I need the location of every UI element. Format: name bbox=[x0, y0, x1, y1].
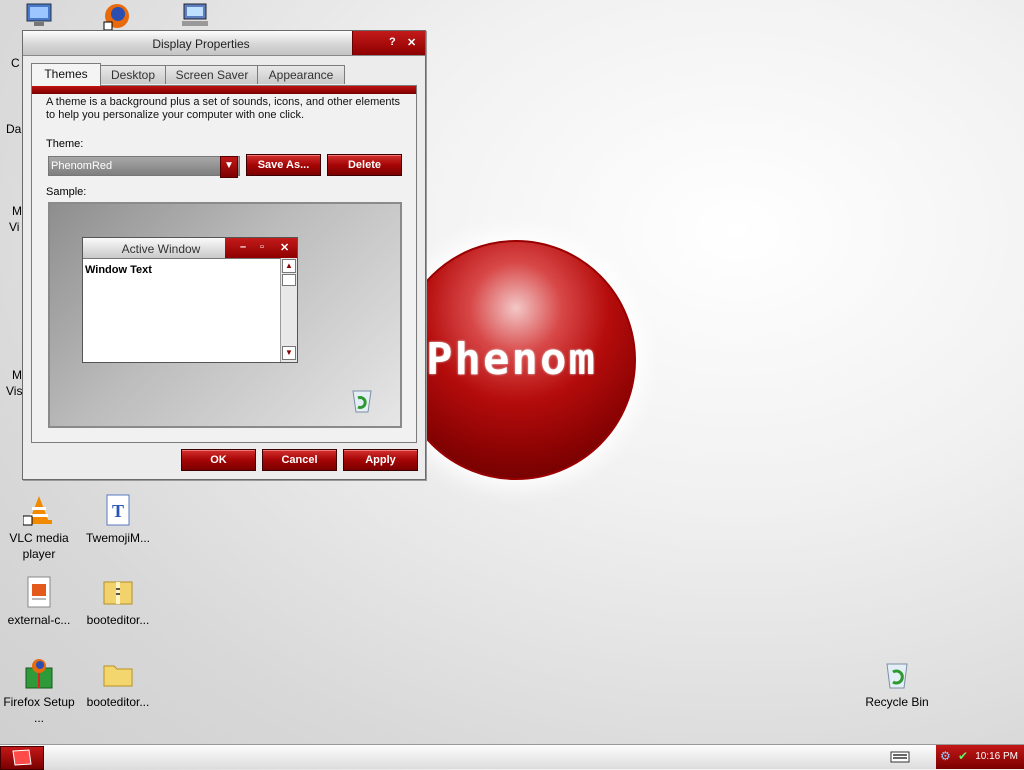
clock[interactable]: 10:16 PM bbox=[975, 751, 1018, 762]
hidden-icon-label: Vi bbox=[9, 220, 20, 234]
hidden-icon-label: Vis bbox=[6, 384, 23, 398]
hidden-icon-label: M bbox=[12, 368, 22, 382]
sample-label: Sample: bbox=[46, 186, 87, 198]
font-file-icon: T bbox=[102, 494, 134, 526]
desktop-icon-label: Firefox Setup ... bbox=[3, 695, 75, 725]
sample-active-window: Active Window – ▫ ✕ Window Text ▲ ▼ bbox=[82, 237, 298, 363]
panel-accent-bar bbox=[32, 86, 416, 94]
tab-themes[interactable]: Themes bbox=[31, 63, 101, 86]
tab-screen-saver[interactable]: Screen Saver bbox=[165, 65, 259, 84]
tab-appearance[interactable]: Appearance bbox=[257, 65, 345, 84]
desktop-icon-label: booteditor... bbox=[86, 695, 150, 709]
svg-text:T: T bbox=[112, 501, 124, 521]
recycle-bin-icon bbox=[348, 386, 376, 417]
themes-panel: A theme is a background plus a set of so… bbox=[31, 85, 417, 443]
computer-icon[interactable] bbox=[24, 2, 54, 28]
title-bar[interactable]: Display Properties ? ✕ bbox=[23, 31, 425, 56]
apply-button[interactable]: Apply bbox=[343, 449, 418, 471]
desktop-icon-label: Recycle Bin bbox=[865, 695, 929, 709]
vlc-icon bbox=[22, 494, 55, 526]
save-as-button[interactable]: Save As... bbox=[246, 154, 321, 176]
desktop-icon-firefox-setup[interactable]: Firefox Setup ... bbox=[1, 658, 77, 726]
desktop-icon-recycle-bin[interactable]: Recycle Bin bbox=[858, 658, 936, 710]
start-button[interactable] bbox=[0, 746, 44, 770]
installer-icon bbox=[23, 658, 55, 690]
taskbar: ⚙ ✔ 10:16 PM bbox=[0, 744, 1024, 770]
desktop-icon-label: TwemojiM... bbox=[85, 531, 150, 545]
recycle-bin-icon bbox=[881, 658, 913, 690]
display-properties-window: Display Properties ? ✕ Themes Desktop Sc… bbox=[22, 30, 426, 480]
hidden-icon-label: M bbox=[12, 204, 22, 218]
close-button[interactable]: ✕ bbox=[407, 36, 416, 49]
chevron-down-icon[interactable]: ▼ bbox=[220, 156, 238, 178]
theme-select[interactable]: PhenomRed bbox=[48, 156, 240, 176]
desktop-icon-label: VLC media player bbox=[9, 531, 69, 561]
desktop-icon-label: external-c... bbox=[7, 613, 71, 627]
theme-sample-preview: Active Window – ▫ ✕ Window Text ▲ ▼ bbox=[48, 202, 402, 428]
scroll-up-icon: ▲ bbox=[282, 259, 296, 273]
wallpaper-logo-text: Phenom bbox=[426, 334, 597, 385]
theme-description: A theme is a background plus a set of so… bbox=[46, 96, 401, 121]
theme-label: Theme: bbox=[46, 138, 84, 150]
desktop-icon-vlc[interactable]: VLC media player bbox=[1, 494, 77, 562]
hidden-icon-label: Da bbox=[6, 122, 22, 136]
desktop-icon-external[interactable]: external-c... bbox=[1, 576, 77, 628]
sample-window-title: Active Window bbox=[121, 242, 201, 256]
network-icon[interactable]: ⚙ bbox=[940, 749, 951, 763]
document-icon bbox=[23, 576, 55, 608]
minimize-icon: – bbox=[240, 241, 247, 253]
security-icon[interactable]: ✔ bbox=[958, 749, 968, 763]
hidden-icon-label: C bbox=[11, 56, 20, 70]
title-bar-controls: ? ✕ bbox=[352, 31, 425, 55]
desktop-icon-label: booteditor... bbox=[86, 613, 150, 627]
folder-icon bbox=[102, 658, 134, 690]
cancel-button[interactable]: Cancel bbox=[262, 449, 337, 471]
desktop-icon-booteditor-zip[interactable]: booteditor... bbox=[80, 576, 156, 628]
sample-window-text: Window Text bbox=[85, 264, 152, 276]
windows-logo-icon bbox=[12, 749, 32, 766]
window-title: Display Properties bbox=[152, 37, 250, 51]
scroll-thumb bbox=[282, 274, 296, 286]
ok-button[interactable]: OK bbox=[181, 449, 256, 471]
scroll-down-icon: ▼ bbox=[282, 346, 296, 360]
network-computer-icon[interactable] bbox=[180, 2, 210, 30]
delete-button[interactable]: Delete bbox=[327, 154, 402, 176]
system-tray: ⚙ ✔ 10:16 PM bbox=[936, 745, 1024, 769]
desktop-icon-booteditor-folder[interactable]: booteditor... bbox=[80, 658, 156, 710]
desktop-icon-twemoji[interactable]: T TwemojiM... bbox=[80, 494, 156, 546]
firefox-shortcut-icon[interactable] bbox=[102, 2, 132, 31]
tab-desktop[interactable]: Desktop bbox=[99, 65, 167, 84]
sample-title-bar: Active Window – ▫ ✕ bbox=[83, 238, 297, 259]
zip-folder-icon bbox=[102, 576, 134, 608]
help-button[interactable]: ? bbox=[389, 36, 396, 48]
keyboard-icon[interactable] bbox=[890, 750, 910, 767]
sample-title-controls: – ▫ ✕ bbox=[225, 238, 297, 258]
close-icon: ✕ bbox=[280, 242, 290, 254]
maximize-icon: ▫ bbox=[260, 241, 264, 253]
sample-scrollbar: ▲ ▼ bbox=[280, 258, 297, 362]
